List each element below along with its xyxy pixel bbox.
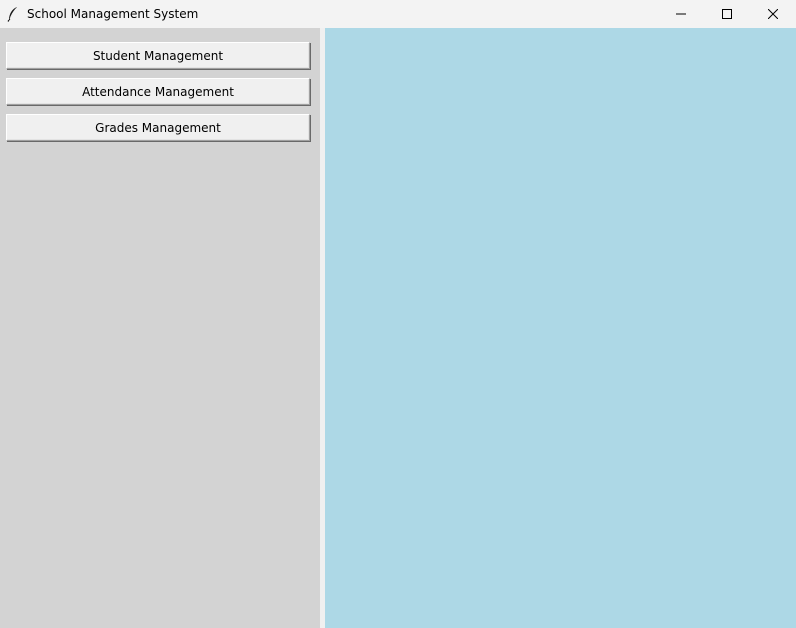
title-bar[interactable]: School Management System: [0, 0, 796, 28]
window-title: School Management System: [27, 7, 199, 21]
student-management-button[interactable]: Student Management: [6, 42, 310, 69]
minimize-icon[interactable]: [658, 0, 704, 28]
sidebar-panel: Student Management Attendance Management…: [0, 28, 320, 628]
window-controls: [658, 0, 796, 28]
close-icon[interactable]: [750, 0, 796, 28]
attendance-management-button[interactable]: Attendance Management: [6, 78, 310, 105]
maximize-icon[interactable]: [704, 0, 750, 28]
feather-icon: [5, 6, 21, 22]
grades-management-button[interactable]: Grades Management: [6, 114, 310, 141]
content-panel: [325, 28, 796, 628]
app-window: School Management System Student Managem…: [0, 0, 796, 628]
